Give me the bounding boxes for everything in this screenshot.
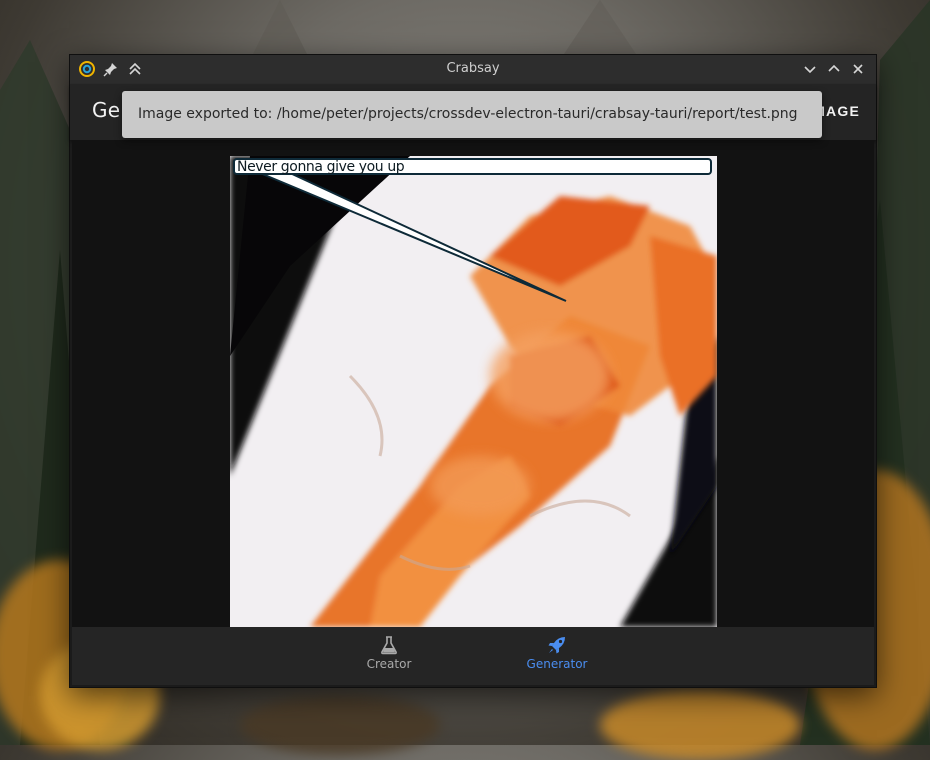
- export-notification-toast[interactable]: Image exported to: /home/peter/projects/…: [122, 91, 822, 138]
- speech-text: Never gonna give you up: [237, 159, 405, 175]
- meme-image-canvas[interactable]: Never gonna give you up: [230, 156, 717, 627]
- toast-message: Image exported to: /home/peter/projects/…: [138, 106, 798, 122]
- rocket-icon: [548, 637, 565, 654]
- window-title: Crabsay: [446, 61, 500, 76]
- bottom-navigation: Creator Generator: [72, 627, 874, 685]
- window-titlebar[interactable]: Crabsay: [70, 55, 876, 84]
- nav-label-creator: Creator: [366, 657, 412, 671]
- nav-label-generator: Generator: [526, 657, 588, 671]
- speech-bubble: Never gonna give you up: [233, 158, 712, 175]
- flask-icon: [381, 636, 397, 655]
- maximize-icon[interactable]: [825, 60, 843, 78]
- app-window: Crabsay Generator SAVE IMAGE: [69, 54, 877, 688]
- nav-item-generator[interactable]: Generator: [502, 635, 612, 671]
- crab-image: [230, 156, 717, 627]
- generator-content: Never gonna give you up: [72, 140, 874, 627]
- minimize-icon[interactable]: [801, 60, 819, 78]
- nav-item-creator[interactable]: Creator: [334, 635, 444, 671]
- close-icon[interactable]: [849, 60, 867, 78]
